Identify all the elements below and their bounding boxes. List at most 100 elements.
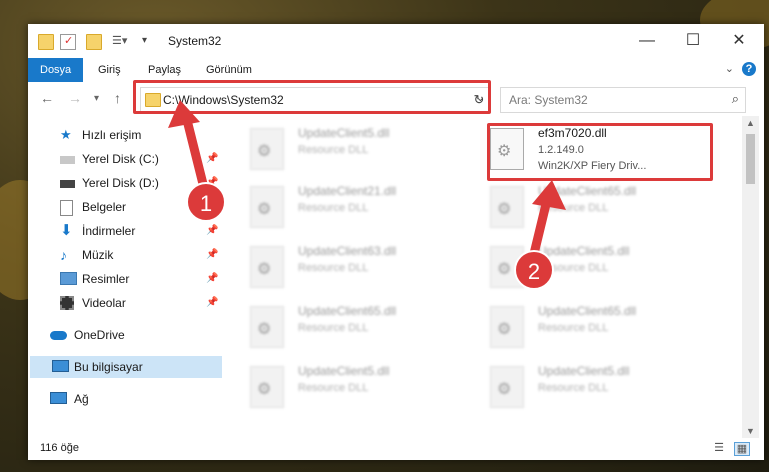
list-item[interactable]: UpdateClient63.dll Resource DLL [228,238,458,294]
sidebar-item-videos[interactable]: Videolar 📌 [28,292,222,314]
sidebar-item-label: Ağ [74,392,89,406]
explorer-window: ✓ ☰▾ ▾ System32 — ☐ ✕ Dosya Giriş Paylaş… [28,24,764,460]
search-placeholder: Ara: System32 [509,93,588,107]
window-title: System32 [168,34,222,48]
file-name: UpdateClient65.dll [538,184,637,198]
dll-file-icon [490,366,524,408]
help-icon[interactable]: ? [742,62,756,76]
file-name: UpdateClient5.dll [298,364,390,378]
dll-file-icon [250,246,284,288]
list-item[interactable]: UpdateClient5.dll Resource DLL [468,358,698,414]
tab-gorunum[interactable]: Görünüm [194,58,264,82]
file-description: Resource DLL [538,322,609,334]
folder-icon [38,34,54,50]
sidebar-item-quick-access[interactable]: ★ Hızlı erişim [28,124,222,146]
minimize-button[interactable]: — [624,24,670,58]
file-name: UpdateClient21.dll [298,184,397,198]
file-name: UpdateClient5.dll [298,126,390,140]
drive-icon [60,180,75,188]
list-item[interactable]: UpdateClient21.dll Resource DLL [228,178,458,234]
item-count: 116 öğe [40,442,79,454]
computer-icon [52,360,69,372]
scroll-thumb[interactable] [746,134,755,184]
close-button[interactable]: ✕ [716,24,762,58]
chevron-down-icon[interactable]: ⌄ [725,62,734,75]
file-name: UpdateClient65.dll [298,304,397,318]
pin-icon[interactable]: 📌 [206,220,218,242]
quick-access-dropdown-icon[interactable]: ▾ [142,34,156,48]
vertical-scrollbar[interactable]: ▲ ▼ [742,116,759,438]
title-bar: ✓ ☰▾ ▾ System32 — ☐ ✕ [28,24,764,58]
search-input[interactable]: Ara: System32 ⌕ [500,87,746,113]
music-icon: ♪ [60,247,67,263]
details-view-icon[interactable]: ☰ [712,442,726,454]
file-description: Resource DLL [298,202,369,214]
sidebar-item-label: İndirmeler [82,224,136,238]
file-name: UpdateClient5.dll [538,244,630,258]
file-description: Resource DLL [298,382,369,394]
list-item[interactable]: UpdateClient65.dll Resource DLL [468,298,698,354]
pin-icon[interactable]: 📌 [206,148,218,170]
dll-file-icon [250,306,284,348]
search-icon[interactable]: ⌕ [732,91,739,107]
sidebar-item-label: Hızlı erişim [82,128,142,142]
pin-icon[interactable]: 📌 [206,292,218,314]
sidebar-item-label: Yerel Disk (C:) [82,152,159,166]
file-description: Resource DLL [298,262,369,274]
list-item[interactable]: UpdateClient65.dll Resource DLL [468,178,698,234]
file-name: UpdateClient65.dll [538,304,637,318]
sidebar-item-network[interactable]: Ağ [28,388,222,410]
tab-giris[interactable]: Giriş [86,58,133,82]
sidebar-item-pictures[interactable]: Resimler 📌 [28,268,222,290]
list-item[interactable]: UpdateClient65.dll Resource DLL [228,298,458,354]
tiles-view-icon[interactable]: ▦ [734,442,750,456]
navigation-pane: ★ Hızlı erişim Yerel Disk (C:) 📌 Yerel D… [28,116,222,438]
file-highlight-box [487,123,713,181]
dll-file-icon [490,306,524,348]
dll-file-icon [250,366,284,408]
download-icon: ⬇ [60,222,73,239]
scroll-down-icon[interactable]: ▼ [746,426,755,436]
new-folder-icon[interactable] [86,34,102,50]
pin-icon[interactable]: 📌 [206,268,218,290]
star-icon: ★ [60,127,72,142]
file-name: UpdateClient63.dll [298,244,397,258]
sidebar-item-label: Videolar [82,296,126,310]
sidebar-item-downloads[interactable]: ⬇ İndirmeler 📌 [28,220,222,242]
sidebar-item-label: Yerel Disk (D:) [82,176,159,190]
tab-paylas[interactable]: Paylaş [136,58,193,82]
scroll-up-icon[interactable]: ▲ [746,118,755,128]
sidebar-item-music[interactable]: ♪ Müzik 📌 [28,244,222,266]
file-description: Resource DLL [298,322,369,334]
up-arrow-icon[interactable]: ↑ [114,90,121,106]
sidebar-item-disk-c[interactable]: Yerel Disk (C:) 📌 [28,148,222,170]
address-row: ← → ▾ ↑ C:\Windows\System32 ⌄ ↻ Ara: Sys… [28,80,764,116]
back-arrow-icon[interactable]: ← [40,90,54,106]
list-item[interactable]: UpdateClient5.dll Resource DLL [228,120,458,176]
properties-icon[interactable]: ✓ [60,34,76,50]
status-bar: 116 öğe ☰ ▦ [28,438,764,460]
video-icon [60,296,74,310]
customize-toolbar-icon[interactable]: ☰▾ [112,34,127,48]
tab-dosya[interactable]: Dosya [28,58,84,82]
file-description: Resource DLL [298,144,369,156]
list-item[interactable]: UpdateClient5.dll Resource DLL [228,358,458,414]
maximize-button[interactable]: ☐ [670,24,716,58]
sidebar-item-this-pc[interactable]: Bu bilgisayar [30,356,222,378]
sidebar-item-label: Resimler [82,272,130,286]
file-description: Resource DLL [538,382,609,394]
sidebar-item-onedrive[interactable]: OneDrive [28,324,222,346]
recent-locations-icon[interactable]: ▾ [94,93,99,104]
document-icon [60,200,73,216]
pin-icon[interactable]: 📌 [206,244,218,266]
forward-arrow-icon[interactable]: → [68,90,82,106]
step-2-badge: 2 [514,250,554,290]
file-description: Resource DLL [538,202,609,214]
dll-file-icon [250,128,284,170]
address-highlight-box [133,80,491,114]
sidebar-item-label: OneDrive [74,328,125,342]
list-item[interactable]: UpdateClient5.dll Resource DLL [468,238,698,294]
sidebar-item-label: Belgeler [82,200,127,214]
network-icon [50,392,67,404]
sidebar-item-label: Bu bilgisayar [74,360,143,374]
